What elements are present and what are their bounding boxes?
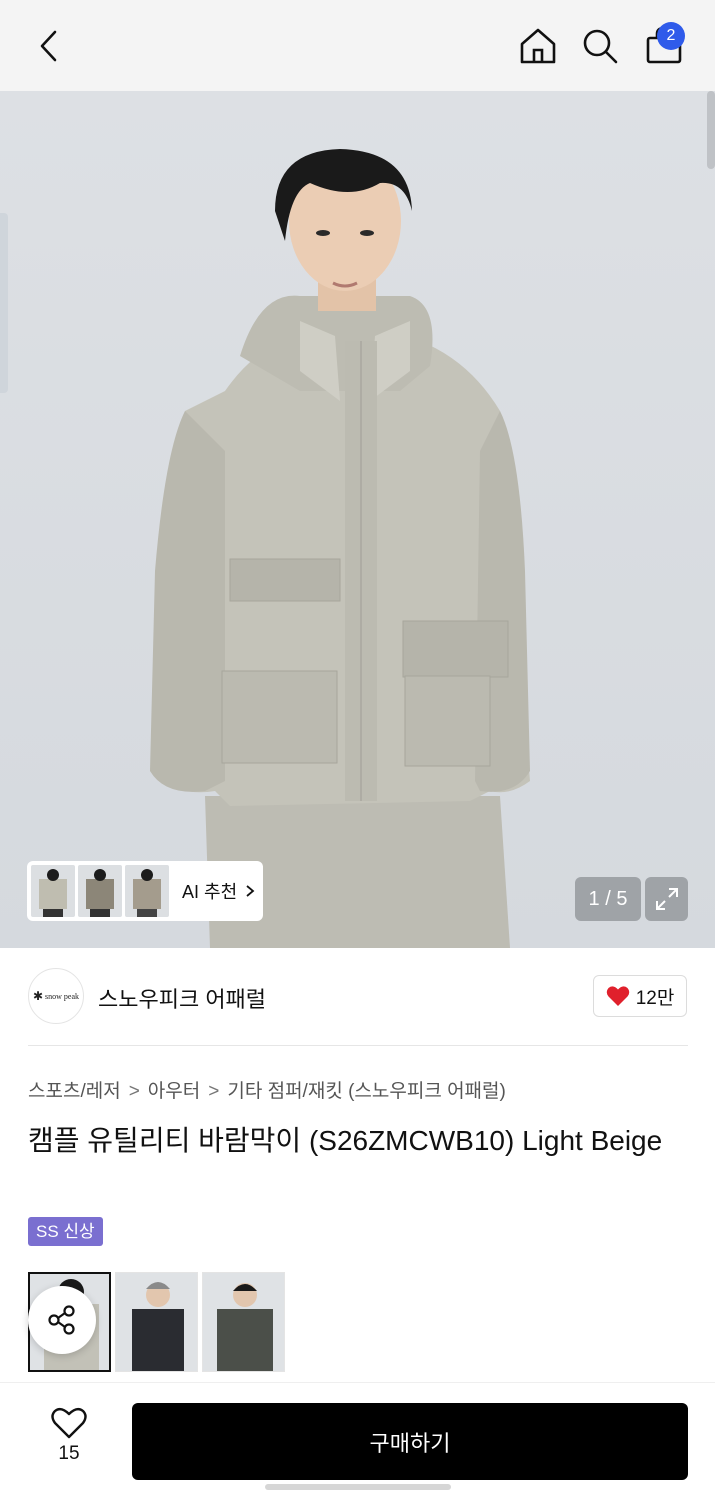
brand-logo[interactable]: ✱ snow peak — [28, 968, 84, 1024]
search-button[interactable] — [576, 22, 624, 70]
cart-count-badge: 2 — [657, 22, 685, 50]
breadcrumb-item[interactable]: 스포츠/레저 — [28, 1081, 121, 1102]
home-icon — [520, 28, 556, 64]
buy-button[interactable]: 구매하기 — [132, 1403, 688, 1480]
ai-thumb-2 — [78, 865, 122, 917]
bottom-action-bar: 15 구매하기 — [0, 1382, 715, 1500]
wishlist-button[interactable]: 15 — [40, 1407, 98, 1477]
breadcrumb: 스포츠/레저 > 아우터 > 기타 점퍼/재킷 (스노우피크 어패럴) — [28, 1076, 506, 1103]
product-image-carousel[interactable]: AI 추천 1 / 5 — [0, 91, 715, 948]
variant-thumb-3[interactable] — [202, 1272, 285, 1372]
ai-thumb-1 — [31, 865, 75, 917]
brand-row: ✱ snow peak 스노우피크 어패럴 12만 — [28, 968, 688, 1028]
ai-thumb-3 — [125, 865, 169, 917]
heart-outline-icon — [51, 1407, 87, 1439]
home-indicator — [265, 1484, 451, 1490]
product-title: 캠플 유틸리티 바람막이 (S26ZMCWB10) Light Beige — [28, 1125, 663, 1156]
top-nav-bar: 2 — [0, 0, 715, 91]
brand-like-button[interactable]: 12만 — [593, 975, 687, 1017]
ai-recommend-button[interactable]: AI 추천 — [27, 861, 263, 921]
heart-icon — [606, 986, 629, 1006]
new-season-badge: SS 신상 — [28, 1217, 103, 1246]
breadcrumb-item[interactable]: 아우터 — [148, 1081, 200, 1102]
share-button[interactable] — [28, 1286, 96, 1354]
variant-thumb-2[interactable] — [115, 1272, 198, 1372]
chevron-right-icon — [246, 885, 255, 897]
brand-like-count: 12만 — [635, 987, 675, 1009]
product-photo — [150, 149, 530, 948]
wishlist-count: 15 — [58, 1443, 80, 1464]
image-counter: 1 / 5 — [575, 877, 641, 921]
back-button[interactable] — [28, 24, 72, 68]
expand-button[interactable] — [645, 877, 688, 921]
divider — [28, 1045, 688, 1046]
ai-recommend-label: AI 추천 — [182, 882, 238, 902]
breadcrumb-item[interactable]: 기타 점퍼/재킷 (스노우피크 어패럴) — [227, 1081, 506, 1102]
expand-icon — [655, 888, 678, 910]
chevron-right-icon: > — [208, 1081, 220, 1102]
brand-name[interactable]: 스노우피크 어패럴 — [98, 982, 266, 1014]
chevron-left-icon — [40, 30, 57, 62]
chevron-right-icon: > — [128, 1081, 140, 1102]
home-button[interactable] — [514, 22, 562, 70]
search-icon — [583, 29, 618, 64]
share-icon — [48, 1305, 75, 1335]
